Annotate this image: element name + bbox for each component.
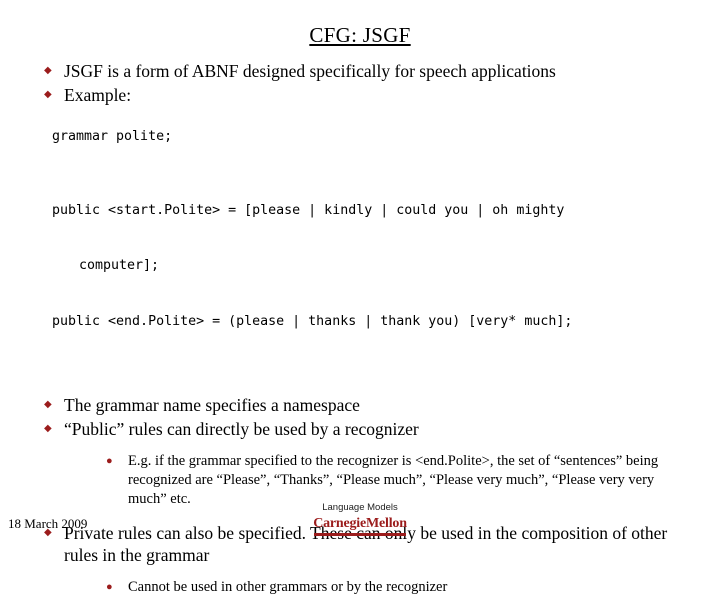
page-title: CFG: JSGF xyxy=(309,23,411,47)
sub-bullet-item: ● E.g. if the grammar specified to the r… xyxy=(106,452,690,509)
bullet-marker-icon: ◆ xyxy=(44,399,52,410)
sub-bullet-text: E.g. if the grammar specified to the rec… xyxy=(128,453,659,507)
code-line: public <start.Polite> = [please | kindly… xyxy=(52,202,565,218)
bullet-marker-icon: ◆ xyxy=(44,65,52,76)
sub-bullet-text: Cannot be used in other grammars or by t… xyxy=(128,579,448,595)
code-line: computer]; xyxy=(79,258,160,273)
sub-bullet-marker-icon: ● xyxy=(106,581,113,593)
bullet-text: JSGF is a form of ABNF designed specific… xyxy=(64,61,556,81)
bullet-item: ◆ “Public” rules can directly be used by… xyxy=(40,418,690,440)
bullet-marker-icon: ◆ xyxy=(44,89,52,100)
bullet-item: ◆ The grammar name specifies a namespace xyxy=(40,394,690,416)
bullet-item: ◆ Example: xyxy=(40,84,690,106)
bullet-item: ◆ JSGF is a form of ABNF designed specif… xyxy=(40,60,690,82)
footer-center: Language Models CarnegieMellon xyxy=(0,502,720,536)
carnegie-mellon-logo: CarnegieMellon xyxy=(313,514,407,536)
sub-bullet-marker-icon: ● xyxy=(106,455,113,467)
code-grammar-declaration: grammar polite; xyxy=(52,129,173,144)
bullet-text: “Public” rules can directly be used by a… xyxy=(64,419,419,439)
bullet-text: The grammar name specifies a namespace xyxy=(64,395,360,415)
bullet-text: Example: xyxy=(64,85,132,105)
logo-text: CarnegieMellon xyxy=(313,516,407,531)
logo-bar xyxy=(314,533,406,536)
sub-bullet-item: ● Cannot be used in other grammars or by… xyxy=(106,578,690,597)
footer-course-label: Language Models xyxy=(322,502,398,513)
slide: CFG: JSGF ◆ JSGF is a form of ABNF desig… xyxy=(0,0,720,595)
code-rules-block: public <start.Polite> = [please | kindly… xyxy=(52,165,690,369)
bullet-marker-icon: ◆ xyxy=(44,423,52,434)
code-line: public <end.Polite> = (please | thanks |… xyxy=(52,313,573,329)
